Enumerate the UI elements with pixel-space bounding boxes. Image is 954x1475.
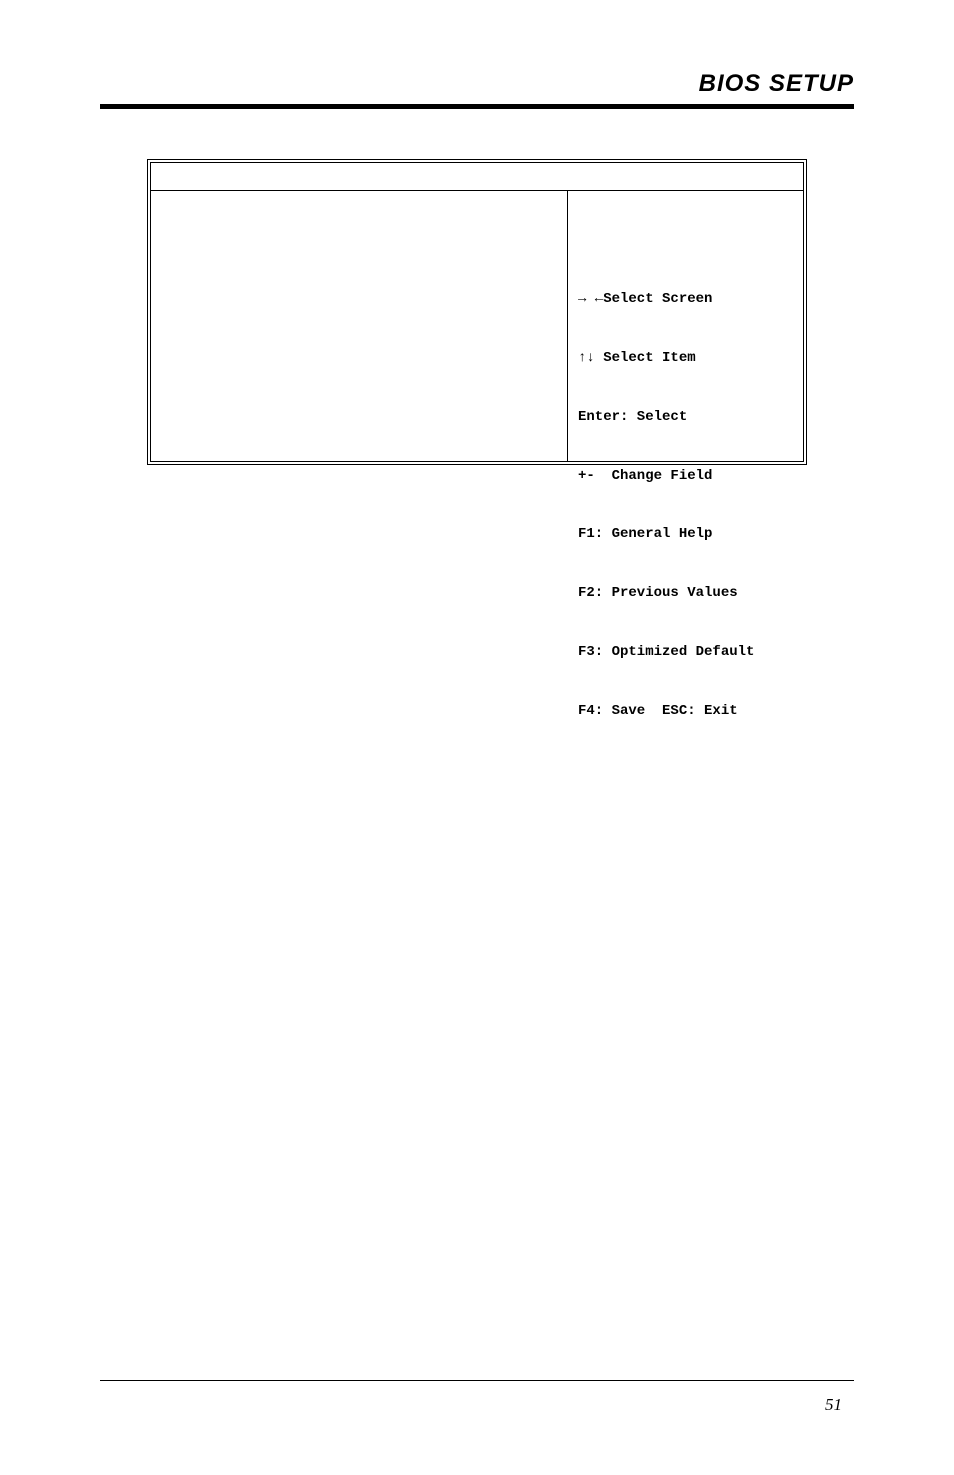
help-f1: F1: General Help — [578, 525, 797, 545]
bios-body: → ←Select Screen ↑↓ Select Item Enter: S… — [151, 191, 803, 461]
page-header-title: BIOS SETUP — [699, 70, 854, 98]
help-enter: Enter: Select — [578, 408, 797, 428]
footer: 51 — [100, 1380, 854, 1415]
help-select-item: ↑↓ Select Item — [578, 349, 797, 369]
bios-setup-box: → ←Select Screen ↑↓ Select Item Enter: S… — [147, 159, 807, 465]
help-f4: F4: Save ESC: Exit — [578, 702, 797, 722]
help-change-field: +- Change Field — [578, 467, 797, 487]
header-rule — [100, 104, 854, 109]
footer-rule — [100, 1380, 854, 1381]
bios-left-panel — [151, 191, 568, 461]
help-f2: F2: Previous Values — [578, 584, 797, 604]
bios-title-bar — [151, 163, 803, 191]
help-select-screen: → ←Select Screen — [578, 290, 797, 310]
header: BIOS SETUP — [100, 70, 854, 98]
page-number: 51 — [100, 1395, 854, 1415]
help-f3: F3: Optimized Default — [578, 643, 797, 663]
bios-help-panel: → ←Select Screen ↑↓ Select Item Enter: S… — [568, 191, 803, 461]
